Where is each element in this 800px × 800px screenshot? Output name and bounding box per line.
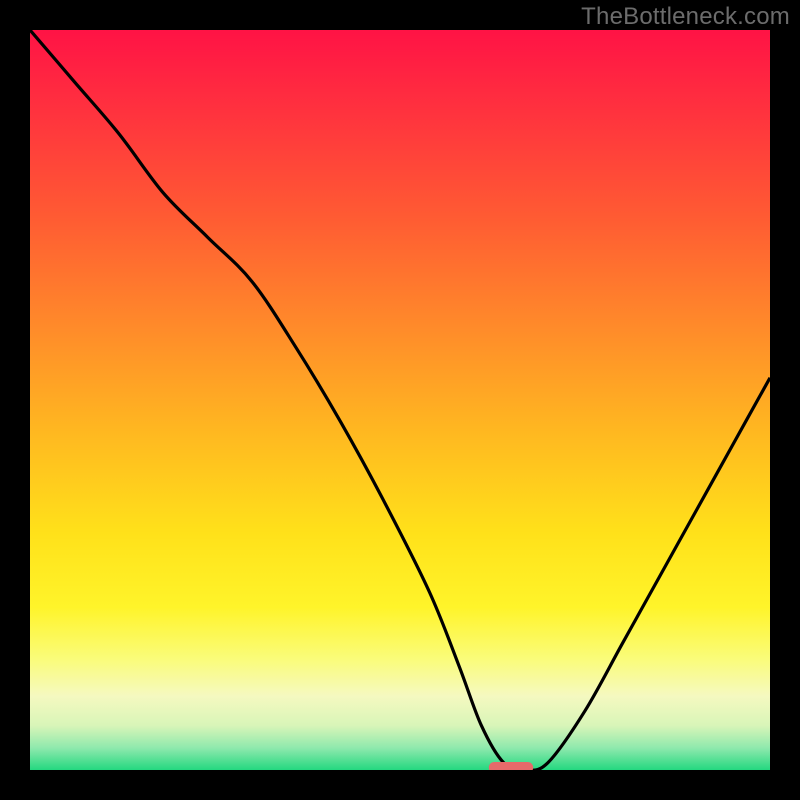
watermark-text: TheBottleneck.com — [581, 3, 790, 31]
gradient-background — [30, 30, 770, 770]
chart-frame: TheBottleneck.com — [0, 0, 800, 800]
plot-area — [30, 30, 770, 770]
bottleneck-chart — [30, 30, 770, 770]
optimum-marker — [489, 762, 533, 770]
